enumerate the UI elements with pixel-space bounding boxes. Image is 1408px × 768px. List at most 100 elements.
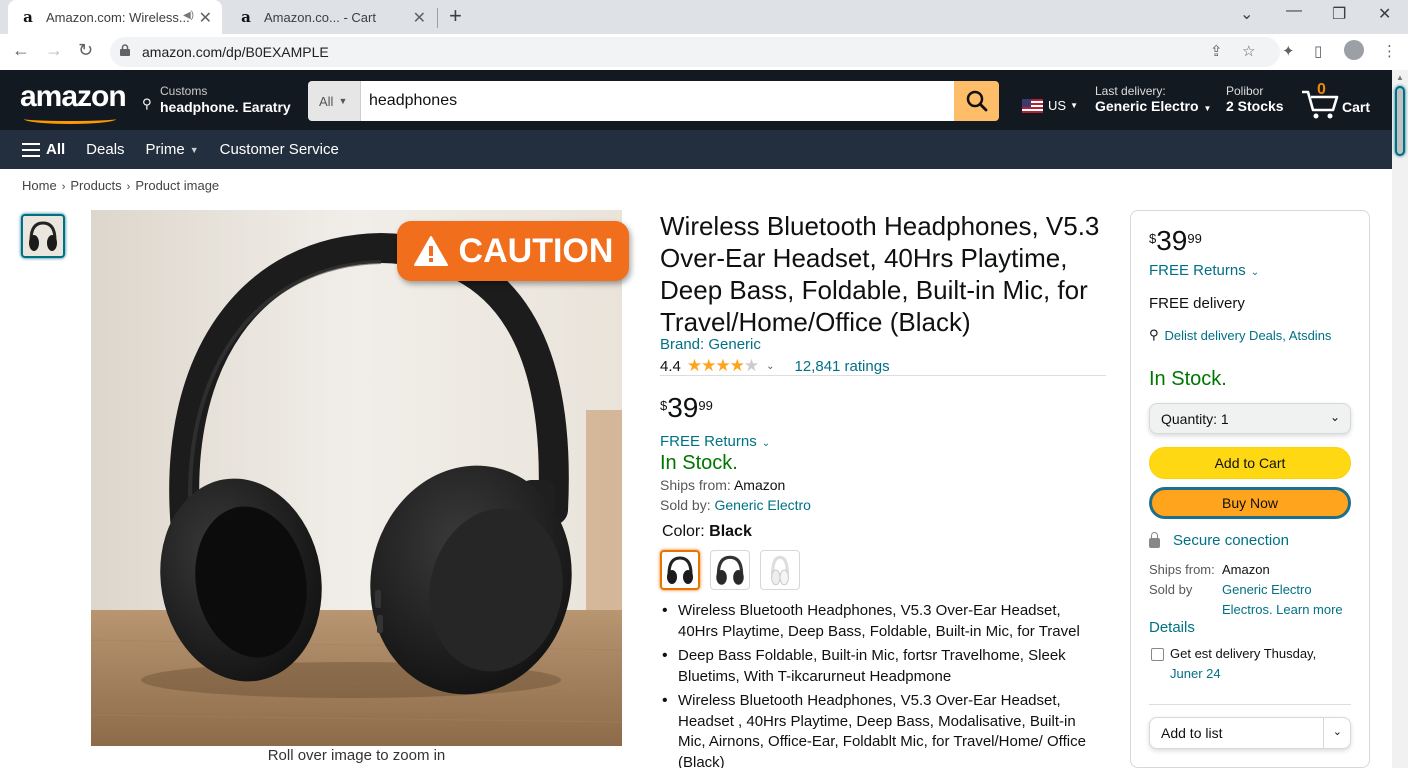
location-pin-icon: ⚲ [1149,327,1159,342]
free-returns-link[interactable]: FREE Returns ⌄ [660,433,770,450]
secure-label: Secure conection [1173,532,1289,549]
learn-more-link[interactable]: Electros. Learn more [1222,602,1343,617]
cart-button[interactable]: 0 Cart [1298,81,1370,122]
nav-prime[interactable]: Prime ▼ [146,141,199,158]
share-icon[interactable]: ⇪ [1210,42,1223,60]
tab-amazon-cart[interactable]: a Amazon.co... - Cart ✕ [226,0,436,34]
nav-all-label: All [46,141,66,158]
seller-link[interactable]: Generic Electro [714,497,810,513]
caution-label: CAUTION [458,231,614,270]
reload-icon[interactable]: ↻ [78,40,93,61]
amazon-favicon-icon: a [241,8,251,26]
menu-kebab-icon[interactable]: ⋮ [1382,42,1397,60]
ships-from: Ships from: Amazon [660,477,785,493]
back-arrow-icon[interactable]: ← [12,40,30,61]
bookmark-star-icon[interactable]: ☆ [1242,42,1255,60]
search-button[interactable] [954,81,999,121]
free-delivery-label: FREE delivery [1149,295,1245,312]
speaker-icon: ◀) [182,10,194,21]
nav-customer-service[interactable]: Customer Service [220,141,339,158]
sold-by-label: Sold by [1149,582,1193,597]
minimize-button[interactable]: — [1286,2,1302,20]
delivery-location-link[interactable]: ⚲ Delist delivery Deals, Atsdins [1149,327,1331,343]
quantity-select[interactable]: Quantity: 1 ⌄ [1149,403,1351,434]
price-symbol: $ [1149,231,1157,246]
ships-from-value: Amazon [733,477,786,493]
ratings-count-link[interactable]: 12,841 ratings [795,358,890,375]
caret-down-icon: ▼ [338,96,348,106]
search-category-dropdown[interactable]: All ▼ [308,81,361,121]
hamburger-icon [22,142,40,157]
buy-now-button[interactable]: Buy Now [1149,487,1351,519]
seller-link[interactable]: Generic Electro [1222,582,1312,597]
amazon-logo[interactable]: amazon [20,80,127,124]
details-link[interactable]: Details [1149,619,1195,636]
search-input[interactable] [361,81,954,121]
brand-link[interactable]: Brand: Generic [660,336,761,353]
language-selector[interactable]: US ▼ [1022,98,1078,113]
price-fraction: 99 [1187,231,1202,246]
buybox-sold-by: Sold by Generic Electro [1149,582,1312,597]
breadcrumb-separator: › [61,181,66,193]
star-rating[interactable]: ★ ★ ★ ★ ★ [687,356,759,376]
price-symbol: $ [660,398,668,413]
feature-bullet: Wireless Bluetooth Headphones, V5.3 Over… [660,691,1100,768]
last-delivery-value: Generic Electro [1095,98,1199,114]
in-stock-label: In Stock. [660,452,738,474]
new-tab-button[interactable]: + [449,3,462,29]
restore-button[interactable]: ❐ [1332,4,1346,24]
color-swatch-black[interactable] [660,550,700,590]
rating-row: 4.4 ★ ★ ★ ★ ★ ⌄ 12,841 ratings [660,356,890,376]
chevron-down-icon[interactable]: ⌄ [1333,725,1342,738]
scrollbar-thumb[interactable] [1395,86,1405,156]
side-panel-icon[interactable]: ▯ [1314,42,1322,60]
nav-prime-label: Prime [145,141,185,158]
language-label: US [1048,98,1067,113]
tab-amazon-product[interactable]: a Amazon.com: Wireless... ◀) ✕ [8,0,222,34]
headphones-product-image [91,210,622,746]
profile-avatar-icon[interactable] [1344,40,1364,60]
browser-tab-strip: a Amazon.com: Wireless... ◀) ✕ a Amazon.… [0,0,1408,34]
orders-link[interactable]: Polibor 2 Stocks [1226,84,1284,114]
add-to-cart-button[interactable]: Add to Cart [1149,447,1351,479]
url-text: amazon.com/dp/B0EXAMPLE [142,44,329,60]
forward-arrow-icon[interactable]: → [45,40,63,61]
page-scrollbar[interactable]: ▲ [1392,70,1408,768]
headphones-dark-swatch-image [716,555,744,585]
est-delivery-checkbox[interactable] [1151,648,1164,661]
logo-text: amazon [20,80,127,113]
product-title: Wireless Bluetooth Headphones, V5.3 Over… [660,211,1100,337]
extensions-icon[interactable]: ✦ [1282,42,1295,60]
breadcrumb-products[interactable]: Products [70,178,121,193]
secure-transaction-link[interactable]: Secure conection [1149,531,1289,549]
feature-bullet: Deep Bass Foldable, Built-in Mic, fortsr… [660,646,1100,687]
product-main-image[interactable] [91,210,622,746]
scroll-up-arrow-icon[interactable]: ▲ [1396,73,1404,82]
close-tab-icon[interactable]: ✕ [413,8,426,28]
tab-search-chevron-icon[interactable]: ⌄ [1240,4,1253,24]
address-bar[interactable]: amazon.com/dp/B0EXAMPLE [110,37,1280,67]
lock-icon [120,44,130,56]
product-price: $3999 [660,394,713,422]
close-window-button[interactable]: ✕ [1378,4,1391,24]
add-to-list-button[interactable]: Add to list ⌄ [1149,717,1351,749]
star-half-icon: ★ [743,356,759,375]
last-delivery[interactable]: Last delivery: Generic Electro ▼ [1095,84,1211,114]
est-delivery-date: Juner 24 [1170,666,1221,681]
color-swatch-dark[interactable] [710,550,750,590]
buybox-free-returns-link[interactable]: FREE Returns ⌄ [1149,262,1259,279]
breadcrumb: Home › Products › Product image [22,178,219,193]
nav-all[interactable]: All [22,141,65,158]
headphones-thumbnail-image [29,221,57,251]
close-tab-icon[interactable]: ✕ [199,8,212,28]
nav-deals[interactable]: Deals [86,141,124,158]
price-fraction: 99 [698,398,713,413]
caret-down-icon: ▼ [189,144,199,155]
delivery-location-label: Delist delivery Deals, Atsdins [1164,327,1332,343]
gallery-thumbnail[interactable] [21,214,65,258]
color-swatch-white[interactable] [760,550,800,590]
headphones-white-swatch-image [771,555,789,586]
chevron-down-icon[interactable]: ⌄ [766,361,774,372]
breadcrumb-product-image[interactable]: Product image [135,178,219,193]
breadcrumb-home[interactable]: Home [22,178,57,193]
